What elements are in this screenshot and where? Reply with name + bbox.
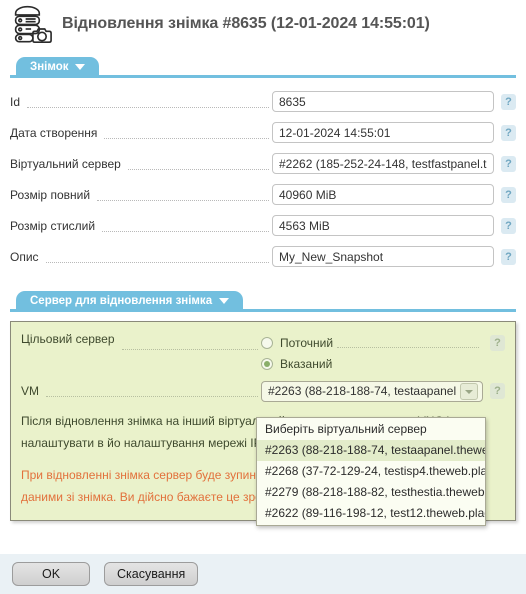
vm-dropdown-list[interactable]: Виберіть віртуальний сервер #2263 (88-21… bbox=[256, 417, 486, 526]
label-vm: VM bbox=[21, 384, 39, 398]
radio-specified-label: Вказаний bbox=[280, 356, 333, 371]
target-server-row: Цільовий сервер Поточний Вказаний ? bbox=[21, 332, 505, 374]
target-server-options: Поточний Вказаний bbox=[261, 332, 483, 374]
chevron-down-icon bbox=[219, 298, 230, 304]
chevron-down-icon[interactable] bbox=[460, 382, 478, 400]
radio-current[interactable] bbox=[261, 336, 273, 349]
vm-select[interactable]: #2263 (88-218-188-74, testaapanel.the. bbox=[261, 380, 483, 402]
field-row-size-compressed: Розмір стислий ? bbox=[10, 210, 516, 241]
field-row-created: Дата створення ? bbox=[10, 117, 516, 148]
field-row-description: Опис ? bbox=[10, 241, 516, 272]
field-wrap-description bbox=[272, 246, 494, 267]
cancel-button[interactable]: Скасування bbox=[104, 562, 199, 586]
ok-button[interactable]: OK bbox=[12, 562, 90, 586]
vm-row: VM #2263 (88-218-188-74, testaapanel.the… bbox=[21, 376, 505, 406]
leader-dots bbox=[121, 338, 258, 350]
field-row-virtual-server: Віртуальний сервер ? bbox=[10, 148, 516, 179]
help-icon-description[interactable]: ? bbox=[501, 248, 516, 265]
help-icon-target-server[interactable]: ? bbox=[490, 335, 505, 351]
help-icon-id[interactable]: ? bbox=[501, 93, 516, 110]
field-row-size-full: Розмір повний ? bbox=[10, 179, 516, 210]
leader-dots bbox=[97, 189, 269, 201]
input-id[interactable] bbox=[272, 91, 494, 112]
tabstrip-snapshot: Знімок bbox=[0, 54, 526, 78]
field-wrap-virtual-server bbox=[272, 153, 494, 174]
tabstrip-restore: Сервер для відновлення знімка bbox=[0, 288, 526, 312]
leader-dots bbox=[46, 385, 258, 397]
help-icon-virtual-server[interactable]: ? bbox=[501, 155, 516, 172]
help-icon-size-compressed[interactable]: ? bbox=[501, 217, 516, 234]
dialog-footer: OK Скасування bbox=[0, 553, 526, 594]
vm-dropdown-item-2622[interactable]: #2622 (89-116-198-12, test12.theweb.plac… bbox=[257, 503, 485, 524]
field-wrap-id bbox=[272, 91, 494, 112]
field-wrap-size-compressed bbox=[272, 215, 494, 236]
tab-snapshot[interactable]: Знімок bbox=[16, 57, 100, 78]
label-description: Опис bbox=[10, 249, 39, 264]
vm-dropdown-item-2263[interactable]: #2263 (88-218-188-74, testaapanel.theweb… bbox=[257, 440, 485, 461]
radio-current-label: Поточний bbox=[280, 335, 334, 350]
help-icon-vm[interactable]: ? bbox=[490, 383, 505, 399]
radio-option-specified[interactable]: Вказаний bbox=[261, 353, 483, 374]
field-row-id: Id ? bbox=[10, 86, 516, 117]
radio-option-current[interactable]: Поточний bbox=[261, 332, 483, 353]
input-description[interactable] bbox=[272, 246, 494, 267]
tab-snapshot-label: Знімок bbox=[30, 61, 69, 73]
leader-dots bbox=[45, 251, 269, 263]
label-id: Id bbox=[10, 94, 21, 109]
tab-restore-server-label: Сервер для відновлення знімка bbox=[30, 295, 213, 307]
chevron-down-icon bbox=[75, 64, 86, 70]
input-virtual-server[interactable] bbox=[272, 153, 494, 174]
radio-specified[interactable] bbox=[261, 357, 273, 370]
label-target-server: Цільовий сервер bbox=[21, 332, 115, 346]
input-created[interactable] bbox=[272, 122, 494, 143]
page-title: Відновлення знімка #8635 (12-01-2024 14:… bbox=[62, 15, 430, 32]
help-icon-size-full[interactable]: ? bbox=[501, 186, 516, 203]
page-header: Відновлення знімка #8635 (12-01-2024 14:… bbox=[0, 0, 526, 44]
leader-dots bbox=[337, 337, 479, 348]
field-wrap-created bbox=[272, 122, 494, 143]
label-virtual-server: Віртуальний сервер bbox=[10, 156, 121, 171]
leader-dots bbox=[102, 220, 269, 232]
field-wrap-vm: #2263 (88-218-188-74, testaapanel.the. bbox=[261, 380, 483, 402]
leader-dots bbox=[127, 158, 269, 170]
input-size-full[interactable] bbox=[272, 184, 494, 205]
leader-dots bbox=[104, 127, 269, 139]
vm-dropdown-item-placeholder[interactable]: Виберіть віртуальний сервер bbox=[257, 419, 485, 440]
field-wrap-size-full bbox=[272, 184, 494, 205]
input-size-compressed[interactable] bbox=[272, 215, 494, 236]
server-snapshot-icon bbox=[10, 4, 54, 44]
snapshot-form: Id ? Дата створення ? Віртуальний сервер… bbox=[0, 78, 526, 272]
tab-restore-server[interactable]: Сервер для відновлення знімка bbox=[16, 291, 244, 312]
vm-dropdown-item-2279[interactable]: #2279 (88-218-188-82, testhestia.theweb.… bbox=[257, 482, 485, 503]
label-created: Дата створення bbox=[10, 125, 98, 140]
leader-dots bbox=[27, 96, 269, 108]
vm-dropdown-item-2268[interactable]: #2268 (37-72-129-24, testisp4.theweb.pla… bbox=[257, 461, 485, 482]
label-size-compressed: Розмір стислий bbox=[10, 218, 96, 233]
vm-select-value: #2263 (88-218-188-74, testaapanel.the. bbox=[268, 384, 457, 398]
label-size-full: Розмір повний bbox=[10, 187, 91, 202]
help-icon-created[interactable]: ? bbox=[501, 124, 516, 141]
